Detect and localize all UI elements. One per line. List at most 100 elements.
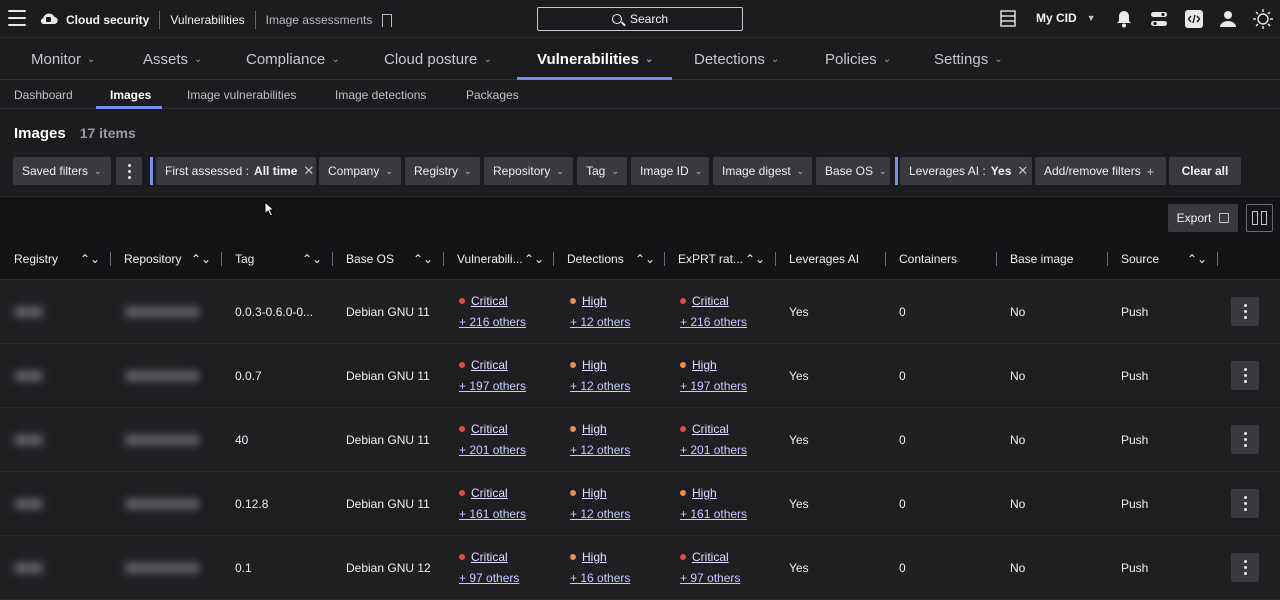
column-header-leverages-ai[interactable]: Leverages AI: [789, 238, 859, 280]
detection-others-link[interactable]: + 12 others: [570, 315, 630, 329]
vulnerability-others-link[interactable]: + 197 others: [459, 379, 526, 393]
filter-company[interactable]: Company ⌄: [319, 157, 401, 185]
detection-others-link[interactable]: + 12 others: [570, 379, 630, 393]
filter-tag[interactable]: Tag ⌄: [577, 157, 627, 185]
exprt-others-link[interactable]: + 197 others: [680, 379, 747, 393]
columns-button[interactable]: [1246, 204, 1273, 232]
saved-filters-dropdown[interactable]: Saved filters ⌄: [13, 157, 111, 185]
vulnerability-severity-link[interactable]: Critical: [471, 358, 508, 372]
detection-severity-link[interactable]: High: [582, 422, 607, 436]
filter-image-id[interactable]: Image ID ⌄: [631, 157, 709, 185]
detection-severity-link[interactable]: High: [582, 486, 607, 500]
vulnerability-others-link[interactable]: + 161 others: [459, 507, 526, 521]
exprt-others-link[interactable]: + 216 others: [680, 315, 747, 329]
switch-icon[interactable]: [1150, 10, 1168, 28]
column-header-vulnerabilities[interactable]: Vulnerabili...: [457, 238, 523, 280]
exprt-others-link[interactable]: + 161 others: [680, 507, 747, 521]
sort-icon[interactable]: ⌃⌄: [80, 238, 100, 280]
filter-repository[interactable]: Repository ⌄: [484, 157, 573, 185]
row-actions-button[interactable]: [1231, 553, 1259, 582]
filter-registry[interactable]: Registry ⌄: [405, 157, 480, 185]
tab-image-vulnerabilities[interactable]: Image vulnerabilities: [187, 80, 296, 109]
account-menu[interactable]: My CID ▼: [1036, 11, 1096, 25]
search-button[interactable]: Search: [537, 7, 743, 31]
clear-all-button[interactable]: Clear all: [1169, 157, 1241, 185]
vulnerability-others-link[interactable]: + 97 others: [459, 571, 519, 585]
row-actions-button[interactable]: [1231, 361, 1259, 390]
table-row[interactable]: 0.12.8 Debian GNU 11 Critical + 161 othe…: [0, 472, 1280, 536]
breadcrumb-section[interactable]: Vulnerabilities: [170, 13, 244, 27]
column-header-registry[interactable]: Registry: [14, 238, 58, 280]
add-remove-filters-button[interactable]: Add/remove filters +: [1035, 157, 1166, 185]
detection-others-link[interactable]: + 16 others: [570, 571, 630, 585]
close-icon[interactable]: ✕: [1017, 163, 1028, 179]
column-header-tag[interactable]: Tag: [235, 238, 254, 280]
sort-icon[interactable]: ⌃⌄: [745, 238, 765, 280]
close-icon[interactable]: ✕: [303, 163, 314, 179]
nav-assets[interactable]: Assets ⌄: [143, 38, 202, 80]
table-row[interactable]: 40 Debian GNU 11 Critical + 201 others H…: [0, 408, 1280, 472]
layout-icon[interactable]: [1000, 10, 1016, 27]
menu-icon[interactable]: [8, 10, 26, 26]
tab-images[interactable]: Images: [110, 80, 151, 109]
export-button[interactable]: Export: [1168, 204, 1238, 232]
detection-severity-link[interactable]: High: [582, 550, 607, 564]
bell-icon[interactable]: [1116, 10, 1132, 28]
filter-base-os[interactable]: Base OS ⌄: [816, 157, 890, 185]
row-actions-button[interactable]: [1231, 297, 1259, 326]
nav-monitor[interactable]: Monitor ⌄: [31, 38, 95, 80]
exprt-rating-link[interactable]: High: [692, 486, 717, 500]
filter-leverages-ai[interactable]: Leverages AI : Yes ✕: [900, 157, 1032, 185]
breadcrumb-app[interactable]: Cloud security: [66, 13, 149, 27]
exprt-rating-link[interactable]: Critical: [692, 550, 729, 564]
filter-image-digest[interactable]: Image digest ⌄: [713, 157, 812, 185]
vulnerability-others-link[interactable]: + 201 others: [459, 443, 526, 457]
sun-icon[interactable]: [1252, 8, 1274, 30]
nav-policies[interactable]: Policies ⌄: [825, 38, 891, 80]
table-row[interactable]: 0.0.3-0.6.0-0... Debian GNU 11 Critical …: [0, 280, 1280, 344]
sort-icon[interactable]: ⌃⌄: [1187, 238, 1207, 280]
vulnerability-severity-link[interactable]: Critical: [471, 422, 508, 436]
vulnerability-severity-link[interactable]: Critical: [471, 550, 508, 564]
exprt-rating-link[interactable]: Critical: [692, 294, 729, 308]
nav-cloud-posture[interactable]: Cloud posture ⌄: [384, 38, 492, 80]
row-actions-button[interactable]: [1231, 489, 1259, 518]
nav-settings[interactable]: Settings ⌄: [934, 38, 1003, 80]
row-actions-button[interactable]: [1231, 425, 1259, 454]
column-header-repository[interactable]: Repository: [124, 238, 181, 280]
sort-icon[interactable]: ⌃⌄: [302, 238, 322, 280]
sort-icon[interactable]: ⌃⌄: [524, 238, 544, 280]
exprt-rating-link[interactable]: High: [692, 358, 717, 372]
tab-dashboard[interactable]: Dashboard: [14, 80, 73, 109]
detection-severity-link[interactable]: High: [582, 358, 607, 372]
sort-icon[interactable]: ⌃⌄: [191, 238, 211, 280]
vulnerability-severity-link[interactable]: Critical: [471, 486, 508, 500]
user-icon[interactable]: [1219, 10, 1237, 28]
sort-icon[interactable]: ⌃⌄: [635, 238, 655, 280]
detection-severity-link[interactable]: High: [582, 294, 607, 308]
exprt-others-link[interactable]: + 201 others: [680, 443, 747, 457]
sort-icon[interactable]: ⌃⌄: [413, 238, 433, 280]
column-header-detections[interactable]: Detections: [567, 238, 624, 280]
column-header-exprt-rating[interactable]: ExPRT rat...: [678, 238, 743, 280]
nav-detections[interactable]: Detections ⌄: [694, 38, 779, 80]
column-header-containers[interactable]: Containers: [899, 238, 957, 280]
exprt-others-link[interactable]: + 97 others: [680, 571, 740, 585]
detection-others-link[interactable]: + 12 others: [570, 507, 630, 521]
table-row[interactable]: 0.0.7 Debian GNU 11 Critical + 197 other…: [0, 344, 1280, 408]
exprt-rating-link[interactable]: Critical: [692, 422, 729, 436]
column-header-base-os[interactable]: Base OS: [346, 238, 394, 280]
tab-packages[interactable]: Packages: [466, 80, 519, 109]
bookmark-icon[interactable]: [382, 13, 393, 27]
nav-vulnerabilities[interactable]: Vulnerabilities ⌄: [537, 38, 653, 80]
code-icon[interactable]: [1185, 10, 1203, 28]
vulnerability-severity-link[interactable]: Critical: [471, 294, 508, 308]
column-header-source[interactable]: Source: [1121, 238, 1159, 280]
tab-image-detections[interactable]: Image detections: [335, 80, 426, 109]
nav-compliance[interactable]: Compliance ⌄: [246, 38, 340, 80]
table-row[interactable]: 0.1 Debian GNU 12 Critical + 97 others H…: [0, 536, 1280, 600]
filter-options-button[interactable]: [116, 157, 142, 185]
filter-first-assessed[interactable]: First assessed : All time ✕: [156, 157, 316, 185]
detection-others-link[interactable]: + 12 others: [570, 443, 630, 457]
vulnerability-others-link[interactable]: + 216 others: [459, 315, 526, 329]
